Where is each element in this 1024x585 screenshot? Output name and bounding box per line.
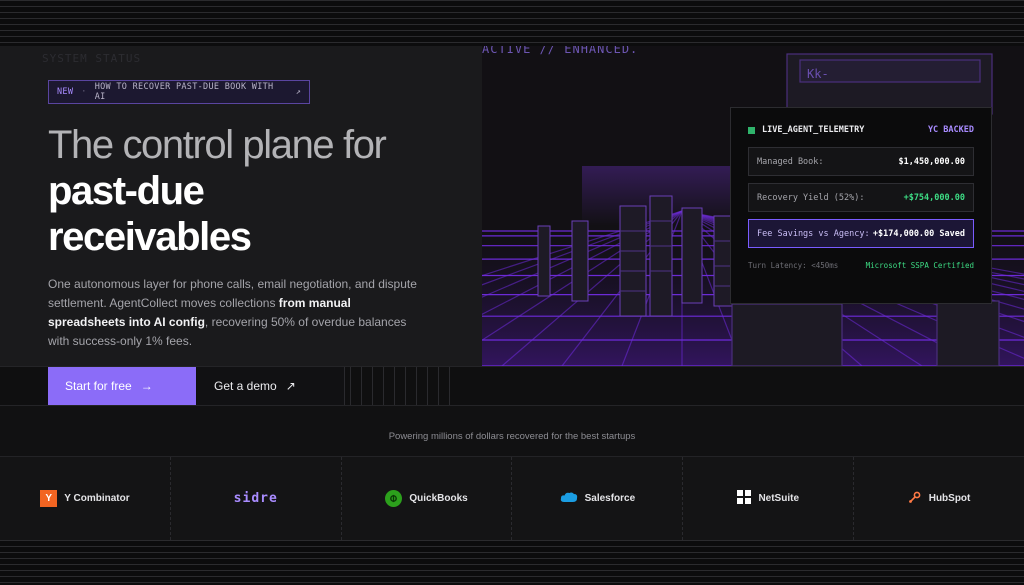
hero-headline: The control plane for past-due receivabl…	[48, 122, 468, 260]
y-combinator-icon: Y	[40, 490, 58, 507]
get-a-demo-button[interactable]: Get a demo ↗	[197, 367, 345, 405]
headline-line-2: past-due	[48, 169, 205, 213]
telemetry-card: LIVE_AGENT_TELEMETRY YC BACKED Managed B…	[730, 107, 992, 304]
announcement-text: HOW TO RECOVER PAST-DUE BOOK WITH AI	[94, 82, 274, 102]
sidre-wordmark: sidre	[233, 491, 278, 506]
bottom-stripe-band	[0, 540, 1024, 585]
logo-sidre: sidre	[171, 457, 342, 540]
logo-hubspot: HubSpot	[854, 457, 1024, 540]
headline-line-3: receivables	[48, 215, 252, 259]
get-a-demo-label: Get a demo	[214, 379, 277, 393]
top-stripe-band	[0, 0, 1024, 46]
row-label: Recovery Yield (52%):	[757, 192, 865, 203]
row-value: +$754,000.00	[903, 192, 965, 203]
latency-text: Turn Latency: <450ms	[748, 261, 839, 270]
logo-netsuite: NetSuite	[683, 457, 855, 540]
arrow-up-right-icon: ↗	[285, 379, 296, 393]
telemetry-row-recovery-yield: Recovery Yield (52%): +$754,000.00	[748, 183, 974, 212]
netsuite-grid-icon	[737, 490, 752, 507]
telemetry-title: LIVE_AGENT_TELEMETRY	[762, 125, 865, 135]
external-link-icon: ↗	[295, 87, 301, 97]
hubspot-sprocket-icon	[908, 490, 922, 507]
live-indicator-icon	[748, 126, 755, 134]
logo-label: Salesforce	[584, 493, 636, 504]
logo-label: QuickBooks	[409, 493, 468, 504]
announcement-tag: NEW	[57, 87, 74, 97]
logo-label: NetSuite	[758, 493, 799, 504]
row-label: Managed Book:	[757, 156, 824, 167]
active-status-label: ACTIVE // ENHANCED.	[482, 46, 639, 56]
yc-backed-badge: YC BACKED	[927, 125, 974, 135]
logo-label: Y Combinator	[64, 493, 130, 504]
announcement-separator: ·	[81, 87, 87, 97]
announcement-pill[interactable]: NEW · HOW TO RECOVER PAST-DUE BOOK WITH …	[48, 80, 310, 104]
telemetry-row-managed-book: Managed Book: $1,450,000.00	[748, 147, 974, 176]
arrow-right-icon: →	[140, 379, 153, 393]
telemetry-header: LIVE_AGENT_TELEMETRY YC BACKED	[748, 120, 974, 140]
decorative-vertical-lines	[350, 367, 460, 405]
quickbooks-icon	[385, 490, 403, 507]
row-value: +$174,000.00 Saved	[872, 228, 965, 239]
telemetry-row-fee-savings: Fee Savings vs Agency: +$174,000.00 Save…	[748, 219, 974, 248]
row-label: Fee Savings vs Agency:	[757, 228, 870, 239]
telemetry-footer: Turn Latency: <450ms Microsoft SSPA Cert…	[748, 261, 974, 270]
svg-text:Kk-: Kk-	[807, 67, 829, 81]
desc-part-a: One autonomous layer for phone calls, em…	[48, 277, 417, 310]
certification-text: Microsoft SSPA Certified	[865, 261, 974, 270]
logo-y-combinator: Y Y Combinator	[0, 457, 171, 540]
start-for-free-label: Start for free	[65, 379, 132, 393]
salesforce-cloud-icon	[560, 491, 578, 506]
logo-strip: Y Y Combinator sidre QuickBooks Salesfor…	[0, 456, 1024, 540]
start-for-free-button[interactable]: Start for free →	[48, 367, 196, 405]
headline-line-1: The control plane for	[48, 123, 387, 167]
row-value: $1,450,000.00	[898, 156, 965, 167]
hero-description: One autonomous layer for phone calls, em…	[48, 275, 428, 351]
logo-salesforce: Salesforce	[512, 457, 684, 540]
logo-quickbooks: QuickBooks	[342, 457, 513, 540]
logo-label: HubSpot	[928, 493, 971, 504]
powering-text: Powering millions of dollars recovered f…	[388, 431, 636, 442]
system-status-label: SYSTEM STATUS	[42, 52, 142, 65]
